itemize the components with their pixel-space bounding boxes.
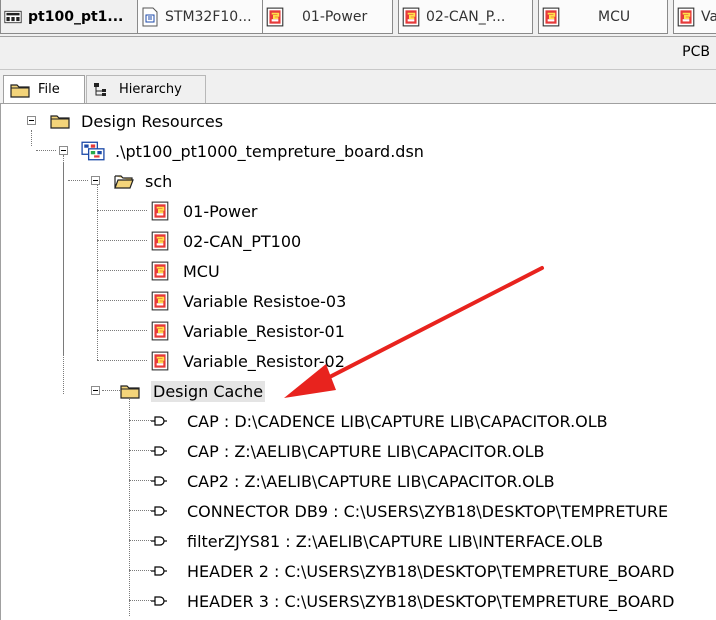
open-folder-icon	[113, 173, 135, 189]
part-symbol-icon	[151, 535, 167, 547]
tree-sch-label: sch	[145, 171, 173, 191]
tab-label: pt100_pt1...	[28, 8, 124, 25]
tree-page[interactable]: 02-CAN_PT100	[151, 226, 303, 256]
tree-sch-folder[interactable]: sch	[113, 166, 174, 196]
tree-page-label: Variable_Resistor-02	[183, 351, 345, 371]
tab-01-power[interactable]: 01-Power	[262, 0, 393, 34]
schematic-page-icon	[151, 261, 169, 281]
tree-root-label: Design Resources	[81, 111, 224, 131]
tree-cache-item-label: CAP2 : Z:\AELIB\CAPTURE LIB\CAPACITOR.OL…	[187, 471, 555, 491]
tree-design-file-label: .\pt100_pt1000_tempreture_board.dsn	[115, 141, 424, 161]
schematic-page-icon	[151, 321, 169, 341]
folder-icon	[10, 82, 30, 98]
tree-cache-item[interactable]: CONNECTOR DB9 : C:\USERS\ZYB18\DESKTOP\T…	[151, 496, 670, 526]
tree-cache-item[interactable]: CAP2 : Z:\AELIB\CAPTURE LIB\CAPACITOR.OL…	[151, 466, 557, 496]
pcb-menu[interactable]: PCB	[682, 44, 710, 60]
tree-cache-item[interactable]: filterZJYS81 : Z:\AELIB\CAPTURE LIB\INTE…	[151, 526, 605, 556]
folder-icon	[49, 113, 71, 129]
tree-page[interactable]: Variable Resistoe-03	[151, 286, 348, 316]
tree-cache-item-label: CAP : Z:\AELIB\CAPTURE LIB\CAPACITOR.OLB	[187, 441, 545, 461]
collapse-toggle[interactable]	[27, 116, 36, 125]
collapse-toggle[interactable]	[91, 176, 100, 185]
tab-label: 01-Power	[302, 8, 368, 25]
tab-design[interactable]: pt100_pt1...	[0, 0, 138, 34]
schematic-doc-icon	[4, 10, 22, 23]
tree-cache-item-label: HEADER 2 : C:\USERS\ZYB18\DESKTOP\TEMPRE…	[187, 561, 675, 581]
tab-hierarchy[interactable]: Hierarchy	[86, 75, 206, 103]
tree-design-cache[interactable]: Design Cache	[119, 376, 266, 406]
design-file-icon	[81, 141, 105, 161]
schematic-page-icon	[266, 7, 284, 27]
tab-02-can[interactable]: 02-CAN_P...	[398, 0, 533, 34]
tree-page[interactable]: MCU	[151, 256, 222, 286]
collapse-toggle[interactable]	[91, 386, 100, 395]
tab-mcu[interactable]: MCU	[538, 0, 668, 34]
part-symbol-icon	[151, 445, 167, 457]
tab-label: 02-CAN_P...	[426, 8, 506, 25]
tab-label: Va	[701, 8, 716, 25]
tab-stm32[interactable]: STM32F10...	[137, 0, 263, 34]
tree-page-label: 01-Power	[183, 201, 258, 221]
tree-page[interactable]: Variable_Resistor-02	[151, 346, 347, 376]
tab-label: MCU	[598, 8, 631, 25]
collapse-toggle[interactable]	[59, 146, 68, 155]
page-icon	[142, 7, 158, 26]
tree-page[interactable]: 01-Power	[151, 196, 260, 226]
hierarchy-icon	[94, 82, 106, 96]
document-tab-bar: pt100_pt1... STM32F10... 01-Power 02-CAN…	[0, 0, 716, 37]
tree-page[interactable]: Variable_Resistor-01	[151, 316, 347, 346]
tree-design-file[interactable]: .\pt100_pt1000_tempreture_board.dsn	[81, 136, 426, 166]
tab-file[interactable]: File	[3, 75, 85, 103]
tree-page-label: Variable Resistoe-03	[183, 291, 347, 311]
toolbar: PCB	[0, 37, 716, 70]
folder-icon	[119, 383, 141, 399]
project-panel-tabs: File Hierarchy	[0, 73, 716, 104]
schematic-page-icon	[402, 7, 420, 27]
tree-page-label: Variable_Resistor-01	[183, 321, 345, 341]
schematic-page-icon	[151, 231, 169, 251]
part-symbol-icon	[151, 415, 167, 427]
tree-root[interactable]: Design Resources	[49, 106, 225, 136]
tab-variable[interactable]: Va	[673, 0, 716, 34]
schematic-page-icon	[151, 201, 169, 221]
schematic-page-icon	[151, 291, 169, 311]
tree-cache-item[interactable]: CAP : D:\CADENCE LIB\CAPTURE LIB\CAPACIT…	[151, 406, 610, 436]
tree-cache-item-label: filterZJYS81 : Z:\AELIB\CAPTURE LIB\INTE…	[187, 531, 604, 551]
tree-page-label: 02-CAN_PT100	[183, 231, 302, 251]
part-symbol-icon	[151, 565, 167, 577]
schematic-page-icon	[677, 7, 695, 27]
part-symbol-icon	[151, 595, 167, 607]
project-tree: Design Resources .\pt100_pt1000_tempretu…	[0, 104, 716, 620]
part-symbol-icon	[151, 475, 167, 487]
tab-file-label: File	[38, 82, 60, 97]
tree-design-cache-label: Design Cache	[151, 380, 266, 402]
tree-cache-item-label: CAP : D:\CADENCE LIB\CAPTURE LIB\CAPACIT…	[187, 411, 608, 431]
tab-hierarchy-label: Hierarchy	[119, 82, 182, 97]
tree-cache-item[interactable]: HEADER 2 : C:\USERS\ZYB18\DESKTOP\TEMPRE…	[151, 556, 676, 586]
part-symbol-icon	[151, 505, 167, 517]
schematic-page-icon	[542, 7, 560, 27]
schematic-page-icon	[151, 351, 169, 371]
tree-cache-item[interactable]: CAP : Z:\AELIB\CAPTURE LIB\CAPACITOR.OLB	[151, 436, 546, 466]
tree-cache-item-label: CONNECTOR DB9 : C:\USERS\ZYB18\DESKTOP\T…	[187, 501, 669, 521]
tab-label: STM32F10...	[165, 8, 252, 25]
tree-page-label: MCU	[183, 261, 220, 281]
tree-cache-item[interactable]: HEADER 3 : C:\USERS\ZYB18\DESKTOP\TEMPRE…	[151, 586, 676, 616]
tree-cache-item-label: HEADER 3 : C:\USERS\ZYB18\DESKTOP\TEMPRE…	[187, 591, 675, 611]
